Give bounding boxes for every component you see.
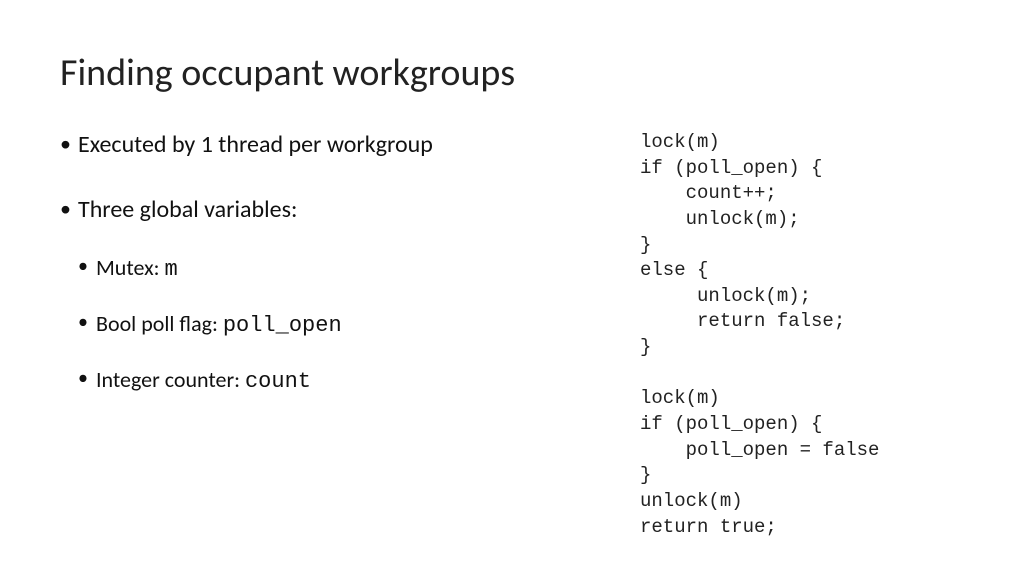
bullet-text: Three global variables:: [78, 195, 297, 224]
slide: Finding occupant workgroups Executed by …: [0, 0, 1024, 576]
slide-title: Finding occupant workgroups: [60, 50, 964, 96]
sub-bullet-item: Mutex: m: [78, 254, 620, 282]
sub-bullet-item: Bool poll flag: poll_open: [78, 310, 620, 338]
sub-label: Mutex:: [96, 254, 165, 281]
inline-code: poll_open: [223, 313, 342, 338]
sub-label: Integer counter:: [96, 366, 245, 393]
right-column: lock(m) if (poll_open) { count++; unlock…: [620, 130, 964, 540]
inline-code: m: [165, 257, 178, 282]
bullet-list: Executed by 1 thread per workgroup Three…: [60, 130, 620, 394]
code-block: lock(m) if (poll_open) { count++; unlock…: [640, 130, 964, 540]
sub-label: Bool poll flag:: [96, 310, 223, 337]
bullet-item: Executed by 1 thread per workgroup: [60, 130, 620, 159]
left-column: Executed by 1 thread per workgroup Three…: [60, 130, 620, 540]
content-columns: Executed by 1 thread per workgroup Three…: [60, 130, 964, 540]
sub-bullet-list: Mutex: m Bool poll flag: poll_open Integ…: [78, 254, 620, 394]
sub-bullet-item: Integer counter: count: [78, 366, 620, 394]
bullet-item: Three global variables: Mutex: m Bool po…: [60, 195, 620, 394]
inline-code: count: [245, 369, 311, 394]
